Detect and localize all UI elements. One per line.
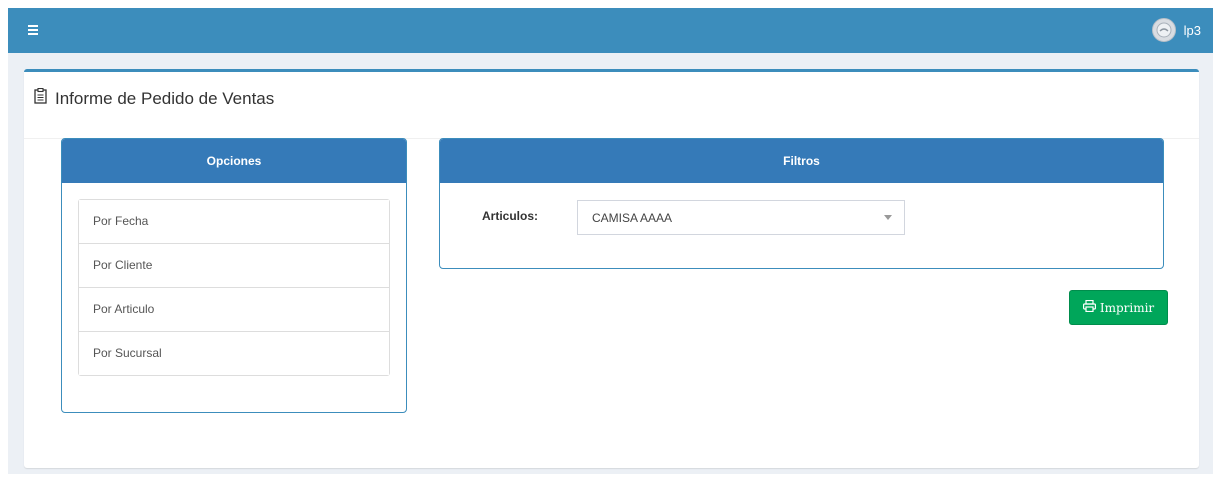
filtros-heading: Filtros — [440, 139, 1163, 183]
opciones-panel: Opciones Por Fecha Por Cliente Por Artic… — [61, 138, 407, 413]
clipboard-icon — [34, 87, 47, 109]
articulos-select[interactable]: CAMISA AAAA — [577, 200, 905, 235]
report-header: Informe de Pedido de Ventas — [34, 87, 275, 109]
articulos-selected-value: CAMISA AAAA — [592, 211, 673, 225]
filtros-panel: Filtros Articulos: CAMISA AAAA — [439, 138, 1164, 269]
option-por-articulo[interactable]: Por Articulo — [79, 288, 389, 332]
user-avatar-icon — [1151, 18, 1176, 42]
opciones-list: Por Fecha Por Cliente Por Articulo Por S… — [78, 199, 390, 376]
articulos-label: Articulos: — [482, 209, 539, 223]
top-navbar: lp3 — [8, 8, 1213, 53]
print-label: Imprimir — [1099, 300, 1155, 315]
hamburger-icon[interactable] — [28, 25, 38, 35]
user-menu[interactable]: lp3 — [1151, 17, 1201, 43]
option-por-fecha[interactable]: Por Fecha — [79, 200, 389, 244]
page-title: Informe de Pedido de Ventas — [55, 88, 275, 108]
opciones-heading: Opciones — [62, 139, 406, 183]
option-por-cliente[interactable]: Por Cliente — [79, 244, 389, 288]
printer-icon — [1082, 299, 1096, 315]
user-name: lp3 — [1183, 22, 1201, 38]
chevron-down-icon — [884, 215, 892, 220]
option-por-sucursal[interactable]: Por Sucursal — [79, 332, 389, 375]
print-button[interactable]: Imprimir — [1069, 290, 1168, 325]
